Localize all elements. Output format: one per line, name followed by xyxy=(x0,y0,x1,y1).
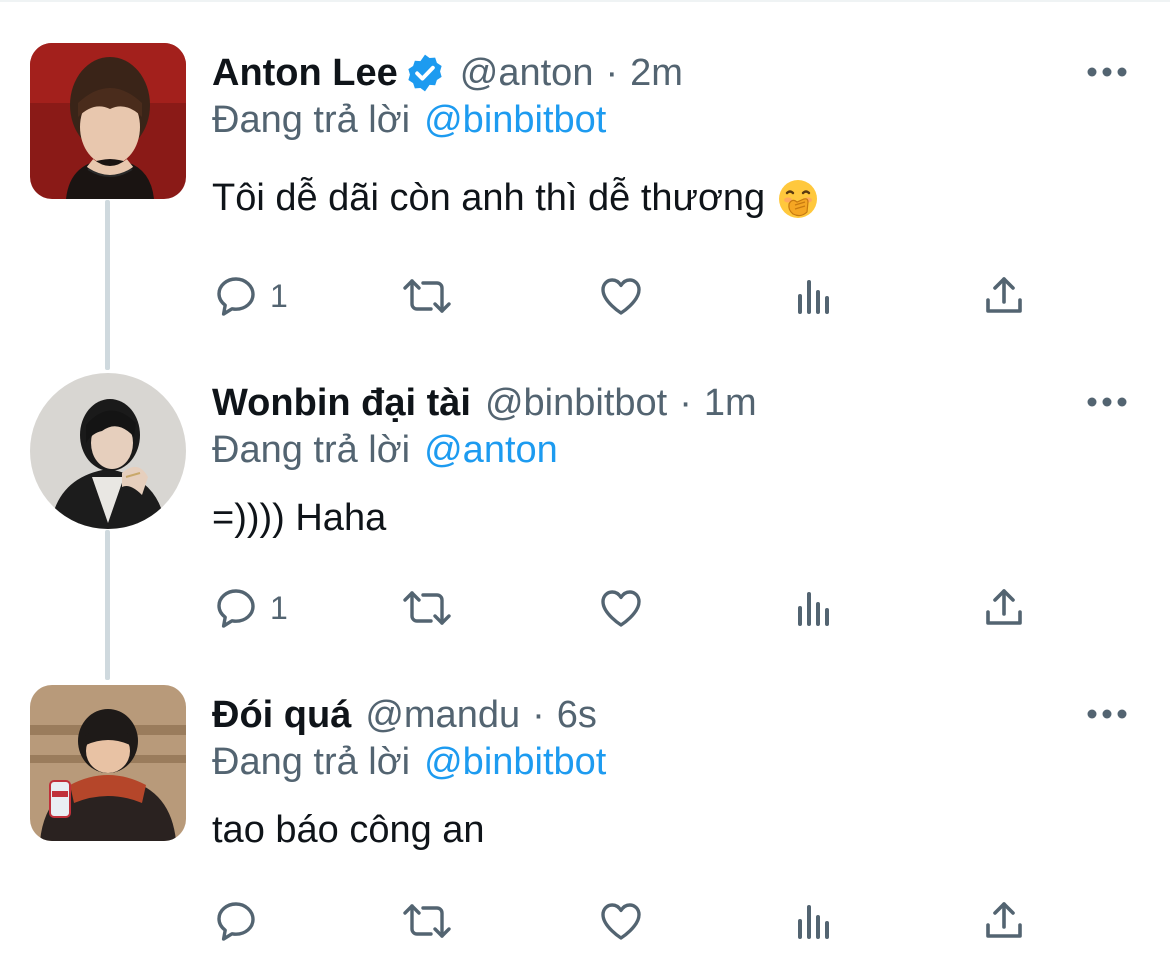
replying-to-label: Đang trả lời xyxy=(212,99,411,141)
display-name[interactable]: Wonbin đại tài xyxy=(212,382,471,425)
avatar-image-wonbin xyxy=(30,373,186,529)
replying-to: Đang trả lời @binbitbot xyxy=(212,99,606,142)
reply-button[interactable]: 1 xyxy=(212,271,288,321)
retweet-icon xyxy=(403,904,451,938)
views-icon xyxy=(798,905,829,939)
more-options-icon[interactable] xyxy=(1086,65,1128,79)
handle[interactable]: @mandu xyxy=(365,694,520,737)
replying-to-label: Đang trả lời xyxy=(212,429,411,471)
mention-link[interactable]: @binbitbot xyxy=(424,741,606,783)
reply-icon xyxy=(217,902,255,941)
display-name[interactable]: Đói quá xyxy=(212,694,351,737)
like-icon xyxy=(601,278,641,315)
share-icon xyxy=(986,589,1022,625)
like-button[interactable] xyxy=(597,271,645,321)
views-icon xyxy=(798,280,829,314)
replying-to: Đang trả lời @anton xyxy=(212,429,558,472)
handle[interactable]: @anton xyxy=(460,52,594,95)
avatar-image-anton xyxy=(30,43,186,199)
retweet-icon xyxy=(403,279,451,313)
like-button[interactable] xyxy=(597,583,645,633)
separator-dot: · xyxy=(679,381,692,424)
timestamp[interactable]: 6s xyxy=(557,694,597,737)
views-button[interactable] xyxy=(790,583,838,633)
like-icon xyxy=(601,590,641,627)
display-name[interactable]: Anton Lee xyxy=(212,52,398,95)
reply-icon xyxy=(217,589,255,628)
share-icon xyxy=(986,277,1022,313)
avatar[interactable] xyxy=(30,373,186,529)
tweet-text-content: tao báo công an xyxy=(212,809,485,851)
mention-link[interactable]: @binbitbot xyxy=(424,99,606,141)
face-with-hand-over-mouth-emoji-icon xyxy=(777,178,819,220)
reply-count: 1 xyxy=(270,589,288,626)
views-button[interactable] xyxy=(790,271,838,321)
share-button[interactable] xyxy=(980,896,1028,946)
reply-button[interactable] xyxy=(212,896,270,946)
replying-to-label: Đang trả lời xyxy=(212,741,411,783)
tweet-text: Tôi dễ dãi còn anh thì dễ thương xyxy=(212,177,819,220)
reply-icon xyxy=(217,277,255,316)
tweet-wonbin[interactable]: Wonbin đại tài @binbitbot · 1m Đang trả … xyxy=(0,373,1170,685)
mention-link[interactable]: @anton xyxy=(424,429,558,471)
tweet-header: Đói quá @mandu · 6s xyxy=(212,689,597,741)
reply-count: 1 xyxy=(270,277,288,314)
share-button[interactable] xyxy=(980,271,1028,321)
more-options-icon[interactable] xyxy=(1086,707,1128,721)
tweet-text-content: =)))) Haha xyxy=(212,497,387,539)
tweet-anton[interactable]: Anton Lee @anton · 2m Đang trả lời @binbi… xyxy=(0,43,1170,355)
timestamp[interactable]: 1m xyxy=(704,382,757,425)
tweet-mandu[interactable]: Đói quá @mandu · 6s Đang trả lời @binbitb… xyxy=(0,685,1170,965)
tweet-text: tao báo công an xyxy=(212,809,485,852)
tweet-text-content: Tôi dễ dãi còn anh thì dễ thương xyxy=(212,177,766,219)
like-button[interactable] xyxy=(597,896,645,946)
avatar-image-mandu xyxy=(30,685,186,841)
top-divider xyxy=(0,0,1170,2)
handle[interactable]: @binbitbot xyxy=(485,382,667,425)
avatar[interactable] xyxy=(30,685,186,841)
share-button[interactable] xyxy=(980,583,1028,633)
retweet-button[interactable] xyxy=(399,583,455,633)
tweet-header: Anton Lee @anton · 2m xyxy=(212,47,683,99)
reply-button[interactable]: 1 xyxy=(212,583,288,633)
tweet-header: Wonbin đại tài @binbitbot · 1m xyxy=(212,377,757,429)
tweet-actions: 1 xyxy=(212,271,1042,321)
separator-dot: · xyxy=(532,693,545,736)
retweet-button[interactable] xyxy=(399,271,455,321)
tweet-actions: 1 xyxy=(212,583,1042,633)
separator-dot: · xyxy=(605,51,619,94)
retweet-icon xyxy=(403,591,451,625)
avatar[interactable] xyxy=(30,43,186,199)
replying-to: Đang trả lời @binbitbot xyxy=(212,741,606,784)
verified-badge-icon xyxy=(404,52,446,94)
views-button[interactable] xyxy=(790,896,838,946)
timestamp[interactable]: 2m xyxy=(630,52,683,95)
views-icon xyxy=(798,592,829,626)
retweet-button[interactable] xyxy=(399,896,455,946)
tweet-text: =)))) Haha xyxy=(212,497,386,540)
share-icon xyxy=(986,902,1022,938)
like-icon xyxy=(601,903,641,940)
more-options-icon[interactable] xyxy=(1086,395,1128,409)
tweet-actions xyxy=(212,896,1042,946)
